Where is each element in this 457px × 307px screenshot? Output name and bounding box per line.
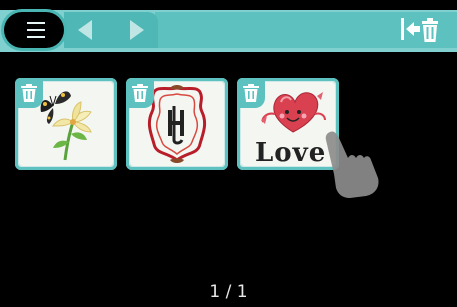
pattern-memory-screen: Love 1 / 1 <box>0 0 457 307</box>
trash-icon <box>132 84 148 102</box>
pattern-card-monogram-frame[interactable] <box>126 78 228 170</box>
delete-pattern-button[interactable] <box>237 78 265 108</box>
love-label: Love <box>255 138 327 166</box>
delete-all-icon <box>401 18 438 42</box>
trash-icon <box>21 84 37 102</box>
hamburger-menu-icon <box>27 22 45 38</box>
delete-all-button[interactable] <box>398 14 444 46</box>
touch-hand-cursor-icon <box>322 128 382 200</box>
pattern-card-butterfly-lily[interactable] <box>15 78 117 170</box>
page-indicator: 1 / 1 <box>209 282 248 302</box>
delete-pattern-button[interactable] <box>15 78 43 108</box>
delete-pattern-button[interactable] <box>126 78 154 108</box>
menu-button[interactable] <box>4 12 64 48</box>
arrow-right-icon[interactable] <box>130 20 144 40</box>
arrow-left-icon[interactable] <box>78 20 92 40</box>
trash-icon <box>243 84 259 102</box>
